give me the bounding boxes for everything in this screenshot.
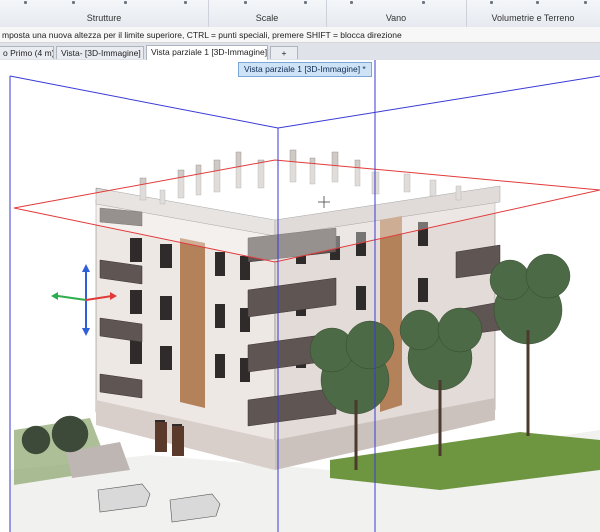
ribbon-group-volumetrie[interactable]: Volumetrie e Terreno <box>466 0 600 27</box>
ribbon-tools-strip <box>466 1 600 5</box>
entrance-door <box>155 422 167 452</box>
ribbon-tools-strip <box>208 1 326 5</box>
ribbon-group-label: Scale <box>255 13 279 23</box>
view-tab-bar: o Primo (4 m) * Vista- [3D-Immagine] * V… <box>0 43 600 61</box>
tab-tooltip: Vista parziale 1 [3D-Immagine] * <box>238 62 372 77</box>
ribbon: Strutture Scale Vano Volumetrie e Terren… <box>0 0 600 28</box>
ribbon-tools-strip <box>0 1 208 5</box>
ribbon-tools-strip <box>326 1 466 5</box>
tab-vista-parziale[interactable]: Vista parziale 1 [3D-Immagine] * <box>146 45 268 60</box>
building-render <box>9 60 600 532</box>
add-tab-button[interactable]: + <box>270 46 298 59</box>
tab-vista-3d[interactable]: Vista- [3D-Immagine] * <box>56 46 144 59</box>
ribbon-group-label: Strutture <box>86 13 122 23</box>
ribbon-group-label: Vano <box>385 13 407 23</box>
ribbon-group-vano[interactable]: Vano <box>326 0 467 27</box>
ribbon-group-strutture[interactable]: Strutture <box>0 0 209 27</box>
entrance-door <box>172 426 184 456</box>
wood-cladding-left <box>180 238 205 408</box>
tab-primo[interactable]: o Primo (4 m) * <box>0 46 54 59</box>
3d-viewport[interactable] <box>0 60 600 532</box>
ribbon-group-label: Volumetrie e Terreno <box>491 13 575 23</box>
status-hint: mposta una nuova altezza per il limite s… <box>0 27 600 43</box>
ribbon-group-scale[interactable]: Scale <box>208 0 327 27</box>
